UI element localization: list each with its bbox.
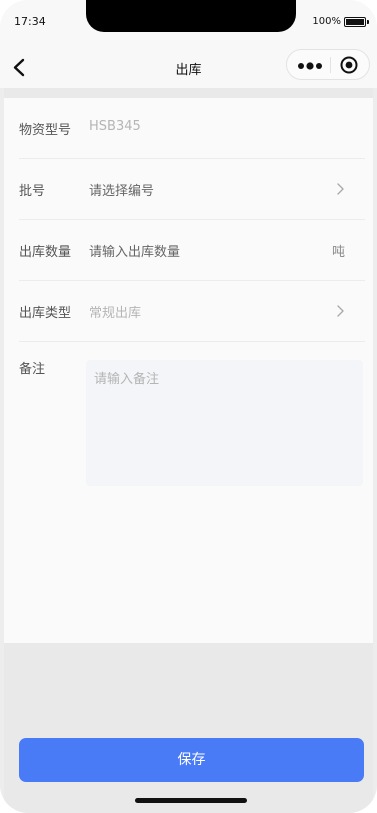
quantity-row: 出库数量 请输入出库数量 吨 [19, 220, 365, 281]
outbound-form: 物资型号 HSB345 批号 请选择编号 出库数量 请输入出库数量 吨 出库类型… [4, 98, 373, 643]
chevron-right-icon [337, 183, 344, 195]
bottom-area [4, 643, 373, 813]
material-model-row: 物资型号 HSB345 [19, 98, 365, 159]
quantity-label: 出库数量 [19, 245, 72, 260]
status-bar: 17:34 100% [0, 0, 377, 44]
batch-label: 批号 [19, 184, 46, 199]
close-target-icon [340, 56, 358, 74]
menu-capsule [286, 49, 370, 80]
quantity-input[interactable]: 请输入出库数量 [89, 241, 180, 260]
status-time: 17:34 [14, 15, 46, 28]
more-dots-icon [298, 62, 322, 70]
remarks-placeholder: 请输入备注 [94, 372, 160, 387]
more-button[interactable] [297, 58, 325, 72]
batch-select[interactable]: 请选择编号 [89, 180, 154, 199]
outbound-type-label: 出库类型 [19, 306, 72, 321]
phone-screen: 17:34 100% 出库 物资型号 HSB345 批号 请选择编号 出库数量 … [0, 0, 377, 813]
capsule-divider [330, 57, 331, 73]
frame-edge-right [373, 88, 377, 813]
remarks-label: 备注 [19, 362, 46, 377]
section-divider [4, 88, 373, 98]
chevron-right-icon [337, 305, 344, 317]
material-model-label: 物资型号 [19, 123, 72, 138]
battery-icon [344, 17, 369, 27]
home-indicator [135, 798, 247, 803]
notch [86, 0, 296, 32]
outbound-type-row[interactable]: 出库类型 常规出库 [19, 281, 365, 342]
battery-percentage: 100% [312, 16, 341, 27]
quantity-unit: 吨 [331, 245, 345, 260]
outbound-type-select[interactable]: 常规出库 [89, 302, 141, 321]
batch-row[interactable]: 批号 请选择编号 [19, 159, 365, 220]
close-miniprogram-button[interactable] [339, 55, 359, 75]
navigation-bar: 出库 [0, 44, 377, 88]
save-button[interactable]: 保存 [19, 738, 364, 782]
material-model-value: HSB345 [89, 119, 141, 134]
remarks-textarea[interactable]: 请输入备注 [86, 360, 363, 486]
